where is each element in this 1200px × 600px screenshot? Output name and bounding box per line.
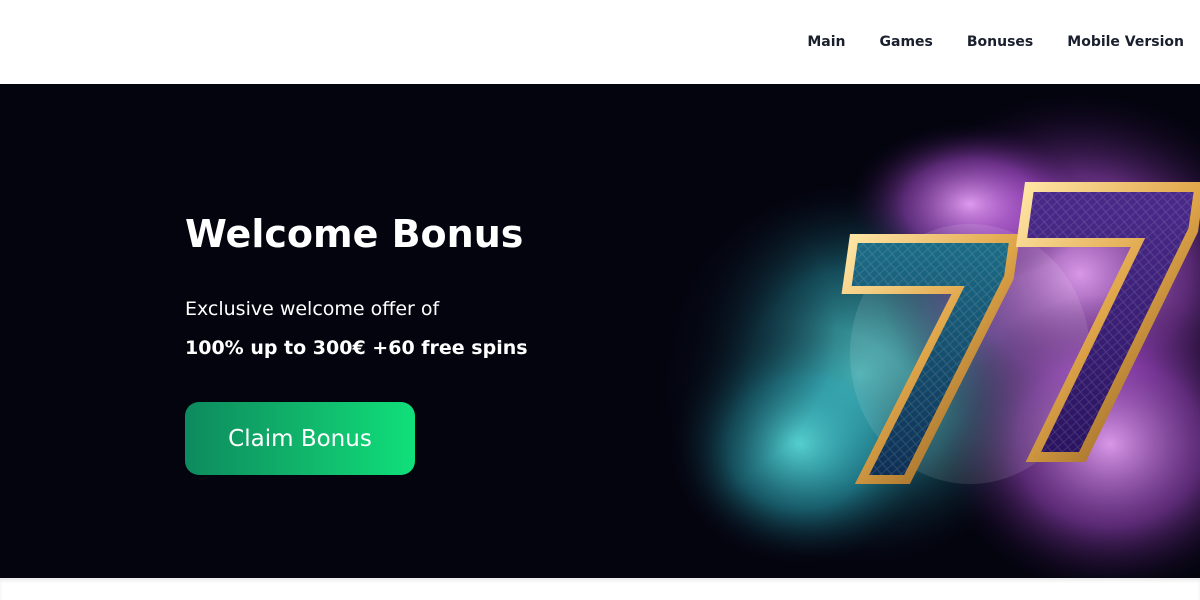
nav-item-mobile-version[interactable]: Mobile Version	[1067, 34, 1184, 50]
claim-bonus-button[interactable]: Claim Bonus	[185, 402, 415, 475]
nav-item-games[interactable]: Games	[880, 34, 933, 50]
nav-item-bonuses[interactable]: Bonuses	[967, 34, 1033, 50]
hero-description: Exclusive welcome offer of	[185, 298, 440, 320]
hero-banner: Welcome Bonus Exclusive welcome offer of…	[0, 84, 1200, 578]
top-navigation-bar: Main Games Bonuses Mobile Version	[0, 0, 1200, 84]
page-content-start	[0, 578, 1200, 600]
hero-title: Welcome Bonus	[185, 212, 524, 256]
nav-item-main[interactable]: Main	[807, 34, 845, 50]
main-nav: Main Games Bonuses Mobile Version	[773, 0, 1184, 84]
lucky-sevens-illustration	[640, 84, 1200, 578]
hero-offer-text: 100% up to 300€ +60 free spins	[185, 337, 528, 359]
